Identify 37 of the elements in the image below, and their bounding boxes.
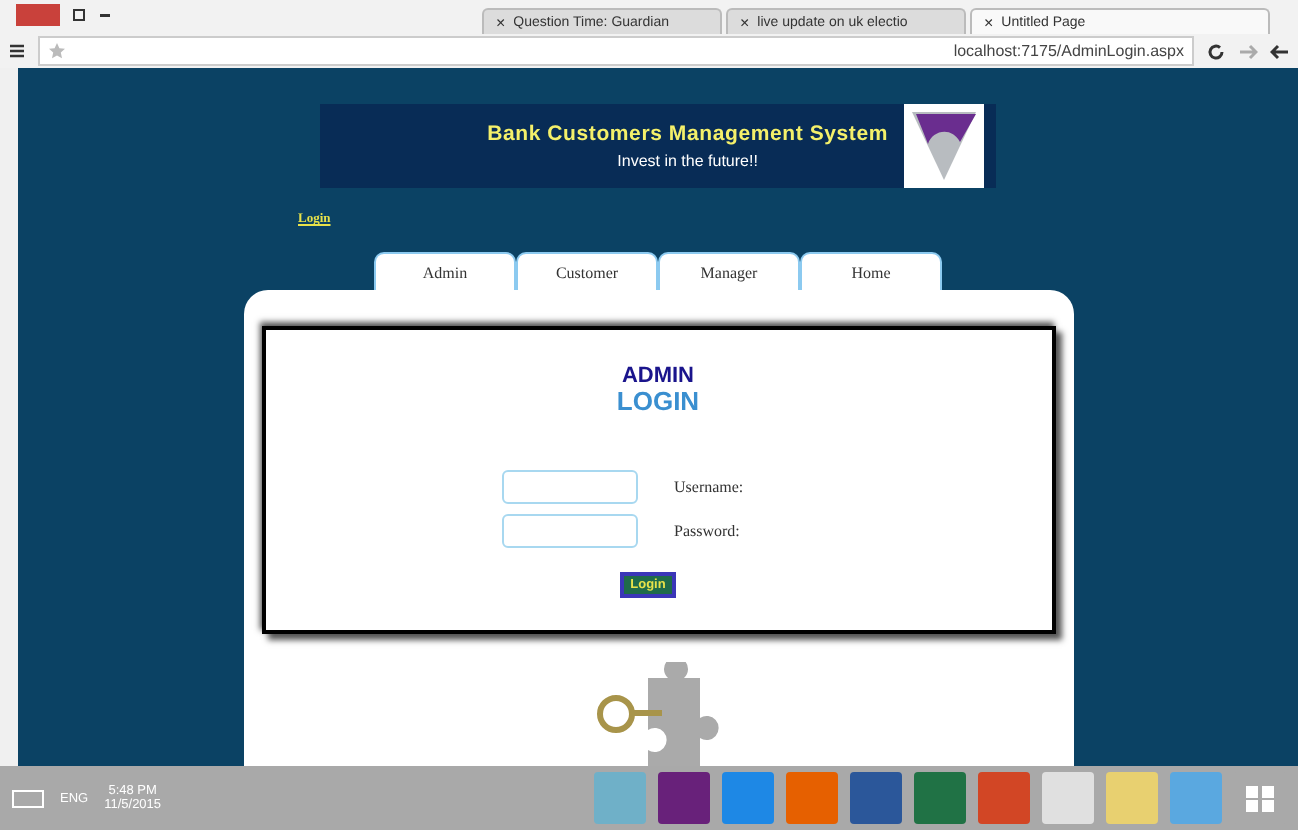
bank-logo-icon — [904, 104, 984, 188]
banner-subtitle: Invest in the future!! — [617, 152, 758, 170]
forward-arrow-icon[interactable] — [1238, 41, 1258, 61]
app-icon[interactable] — [594, 772, 646, 824]
nav-tab[interactable]: Customer — [516, 252, 658, 290]
app-icon[interactable] — [658, 772, 710, 824]
app-icon[interactable] — [1106, 772, 1158, 824]
back-arrow-icon[interactable] — [1270, 41, 1290, 61]
app-icon[interactable] — [850, 772, 902, 824]
maximize-icon[interactable] — [72, 8, 86, 22]
scrollbar[interactable] — [0, 68, 18, 766]
app-icon[interactable] — [722, 772, 774, 824]
close-icon[interactable]: × — [984, 13, 994, 31]
close-icon[interactable]: × — [740, 13, 750, 31]
input-field[interactable] — [502, 514, 638, 548]
field-label: Password: — [674, 522, 742, 540]
field-label: Username: — [674, 478, 746, 496]
close-window-button[interactable] — [16, 4, 60, 26]
logo-title: ADMIN — [621, 366, 695, 388]
nav-tab[interactable]: Admin — [374, 252, 516, 290]
address-bar[interactable]: localhost:7175/AdminLogin.aspx — [38, 36, 1194, 66]
close-icon[interactable]: × — [496, 13, 506, 31]
app-icon[interactable] — [1042, 772, 1094, 824]
app-icon[interactable] — [1170, 772, 1222, 824]
keyboard-icon[interactable] — [12, 789, 44, 807]
banner-title: Bank Customers Management System — [487, 122, 888, 146]
app-icon[interactable] — [786, 772, 838, 824]
nav-tab[interactable]: Manager — [658, 252, 800, 290]
menu-icon[interactable] — [8, 42, 26, 60]
app-icon[interactable] — [978, 772, 1030, 824]
app-icon[interactable] — [914, 772, 966, 824]
nav-tab[interactable]: Home — [800, 252, 942, 290]
logo-subtitle: LOGIN — [616, 388, 700, 414]
reload-icon[interactable] — [1206, 41, 1226, 61]
star-icon[interactable] — [48, 42, 66, 60]
minimize-icon[interactable] — [98, 8, 112, 22]
input-field[interactable] — [502, 470, 638, 504]
